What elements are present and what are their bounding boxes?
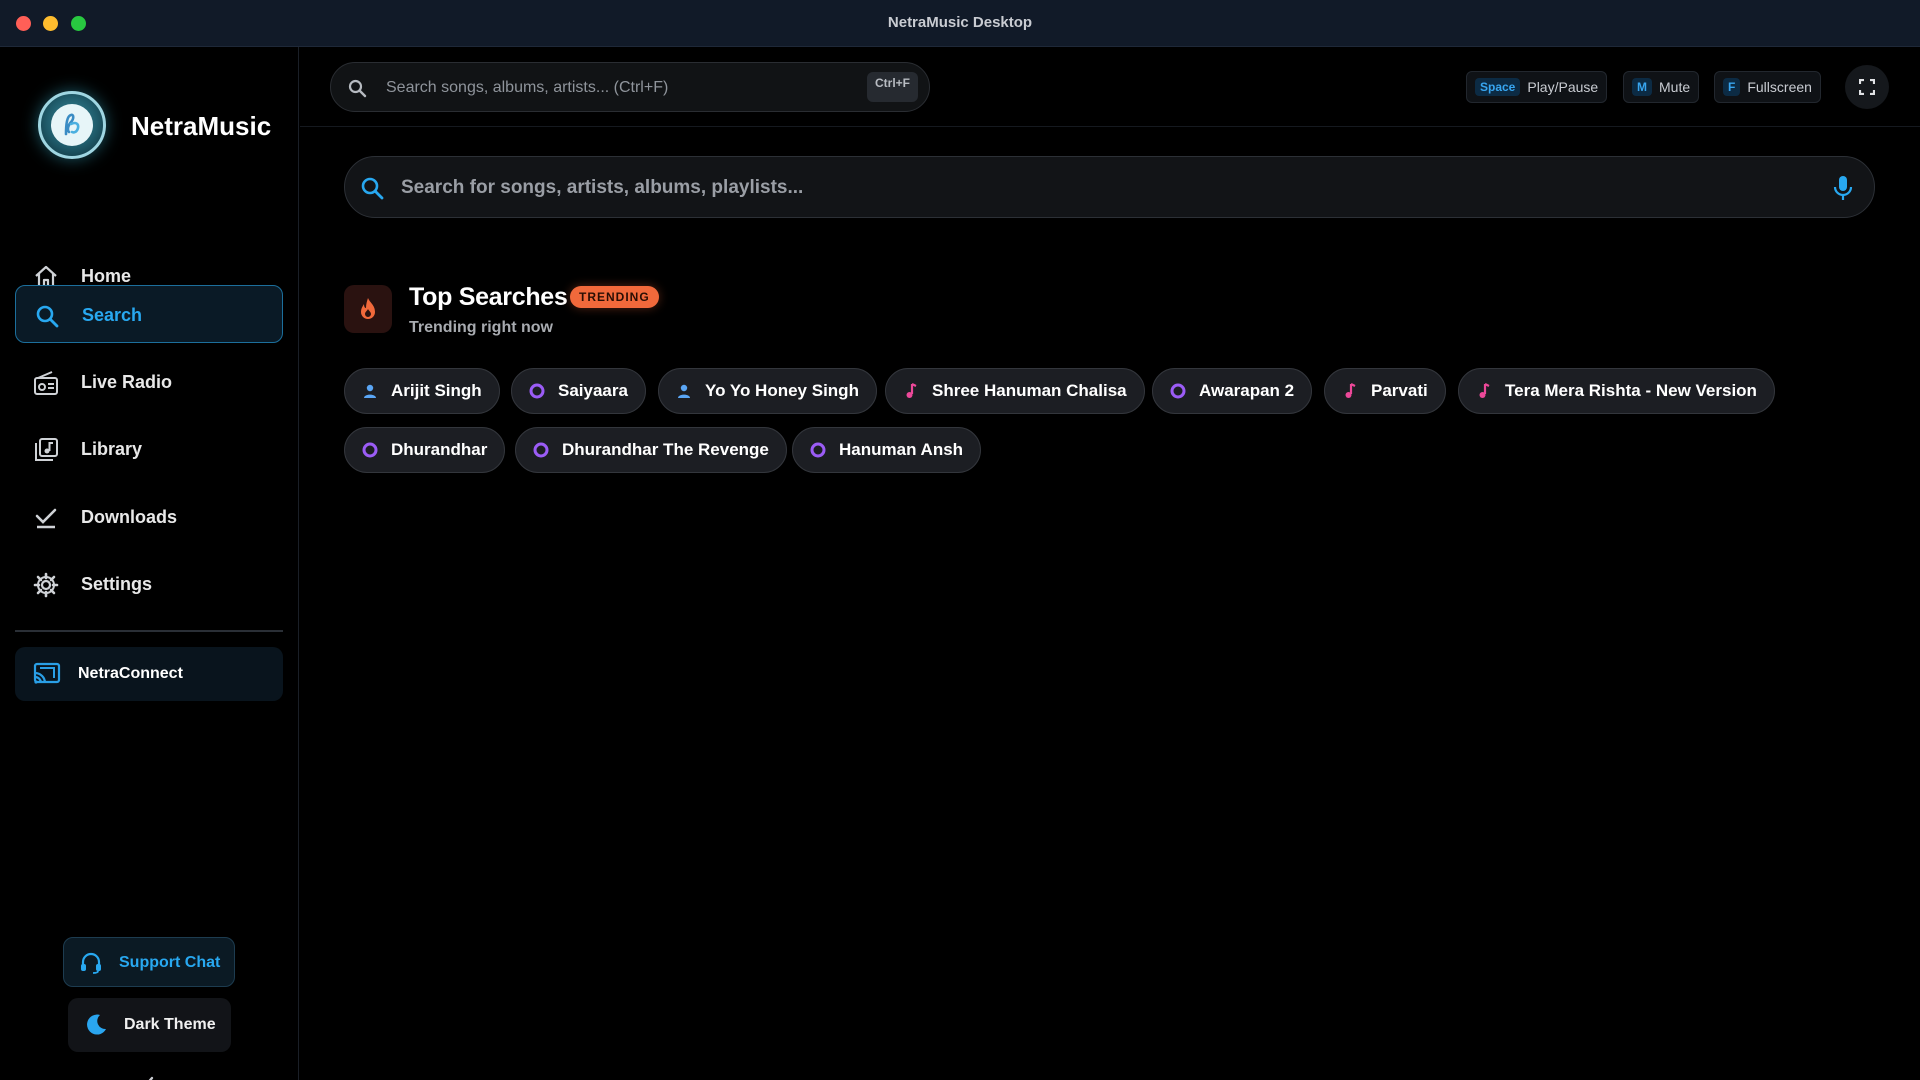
gear-icon	[33, 572, 59, 598]
global-search-input[interactable]	[386, 75, 836, 101]
album-disc-icon	[529, 383, 545, 399]
hint-play-pause: Space Play/Pause	[1466, 71, 1608, 103]
sidebar-item-library[interactable]: Library	[15, 420, 283, 478]
headset-icon	[81, 952, 101, 974]
sidebar-divider	[15, 630, 283, 632]
support-chat-button[interactable]: Support Chat	[63, 937, 235, 987]
window-title: NetraMusic Desktop	[887, 14, 1033, 31]
microphone-icon[interactable]	[1831, 174, 1855, 202]
search-chip[interactable]: Arijit Singh	[344, 368, 500, 414]
section-title: Top Searches	[409, 283, 568, 311]
search-chip[interactable]: Hanuman Ansh	[792, 427, 982, 473]
hint-label: Play/Pause	[1527, 79, 1599, 95]
search-icon	[361, 177, 384, 200]
chip-label: Yo Yo Honey Singh	[705, 381, 859, 400]
search-shortcut-badge: Ctrl+F	[867, 72, 919, 102]
logo-mark-icon	[51, 104, 93, 146]
brand-name: NetraMusic	[131, 111, 272, 141]
search-icon	[348, 79, 367, 98]
theme-label: Dark Theme	[124, 1016, 216, 1033]
top-toolbar: Ctrl+F Space Play/Pause M Mute F Fullscr…	[300, 47, 1920, 127]
sidebar-item-settings[interactable]: Settings	[15, 555, 283, 613]
album-disc-icon	[533, 442, 549, 458]
title-bar: NetraMusic Desktop	[0, 0, 1920, 47]
album-disc-icon	[362, 442, 378, 458]
global-search[interactable]: Ctrl+F	[330, 62, 930, 112]
moon-icon	[87, 1014, 106, 1035]
collapse-sidebar-chevron-icon[interactable]	[138, 1073, 160, 1080]
search-chip[interactable]: Parvati	[1324, 368, 1446, 414]
support-chat-label: Support Chat	[119, 954, 221, 971]
hint-mute: M Mute	[1623, 71, 1700, 103]
netraconnect-label: NetraConnect	[78, 665, 183, 682]
music-note-icon	[1479, 383, 1490, 398]
album-disc-icon	[810, 442, 826, 458]
sidebar-item-label: Search	[82, 305, 143, 325]
netraconnect-button[interactable]: NetraConnect	[15, 647, 283, 701]
hint-key: M	[1632, 78, 1652, 96]
chip-label: Saiyaara	[558, 381, 628, 400]
sidebar: NetraMusic Home Search Live Radio Librar…	[0, 47, 299, 1080]
music-note-icon	[906, 383, 917, 398]
fullscreen-button[interactable]	[1845, 65, 1889, 109]
main-search-input[interactable]	[401, 173, 1781, 203]
chip-label: Shree Hanuman Chalisa	[932, 381, 1127, 400]
main-search-bar[interactable]	[344, 156, 1875, 218]
search-icon	[36, 305, 59, 328]
search-chip[interactable]: Saiyaara	[511, 368, 646, 414]
cast-icon	[33, 662, 61, 684]
sidebar-item-search[interactable]: Search	[15, 285, 283, 343]
hint-key: F	[1723, 78, 1741, 96]
fullscreen-icon	[1859, 79, 1875, 95]
trending-badge: TRENDING	[570, 286, 659, 308]
chip-label: Arijit Singh	[391, 381, 482, 400]
chip-label: Hanuman Ansh	[839, 440, 964, 459]
search-chip[interactable]: Dhurandhar The Revenge	[515, 427, 787, 473]
chip-label: Parvati	[1371, 381, 1428, 400]
artist-person-icon	[678, 384, 690, 398]
hint-fullscreen: F Fullscreen	[1714, 71, 1821, 103]
sidebar-item-live-radio[interactable]: Live Radio	[15, 353, 283, 411]
search-chip[interactable]: Shree Hanuman Chalisa	[885, 368, 1145, 414]
sidebar-item-downloads[interactable]: Downloads	[15, 488, 283, 546]
chip-label: Dhurandhar The Revenge	[562, 440, 769, 459]
chip-label: Dhurandhar	[391, 440, 488, 459]
search-chip[interactable]: Yo Yo Honey Singh	[658, 368, 877, 414]
search-chip[interactable]: Awarapan 2	[1152, 368, 1313, 414]
theme-toggle-button[interactable]: Dark Theme	[68, 998, 231, 1052]
hint-label: Mute	[1659, 79, 1691, 95]
sidebar-item-label: Downloads	[81, 507, 178, 527]
hint-key: Space	[1475, 78, 1521, 96]
app-logo[interactable]	[38, 91, 106, 159]
trending-fire-tile	[344, 285, 392, 333]
sidebar-item-label: Library	[81, 439, 143, 459]
download-check-icon	[35, 508, 57, 529]
sidebar-item-label: Settings	[81, 574, 153, 594]
sidebar-item-label: Home	[81, 266, 132, 286]
radio-icon	[34, 371, 58, 395]
album-disc-icon	[1170, 383, 1186, 399]
hint-label: Fullscreen	[1747, 79, 1812, 95]
chip-label: Tera Mera Rishta - New Version	[1505, 381, 1757, 400]
chip-label: Awarapan 2	[1199, 381, 1295, 400]
music-note-icon	[1345, 383, 1356, 398]
artist-person-icon	[364, 384, 376, 398]
section-subtitle: Trending right now	[409, 319, 553, 336]
library-icon	[35, 438, 58, 461]
sidebar-item-label: Live Radio	[81, 372, 173, 392]
fire-icon	[361, 298, 375, 319]
search-chip[interactable]: Tera Mera Rishta - New Version	[1458, 368, 1775, 414]
search-chip[interactable]: Dhurandhar	[344, 427, 506, 473]
